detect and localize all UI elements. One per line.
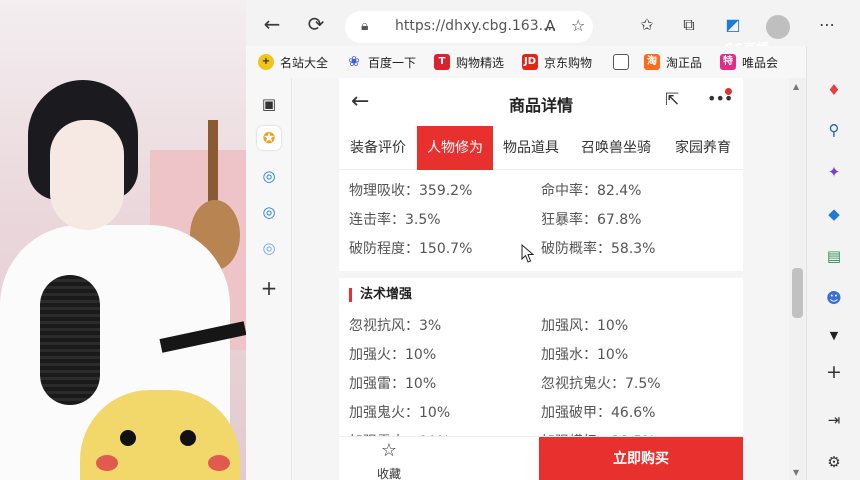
favorite-vip[interactable]: 特 唯品会 — [720, 53, 778, 71]
stat-combo-rate: 连击率：3.5% — [349, 212, 441, 228]
baidu-paw-icon: ❀ — [348, 54, 360, 70]
plush-cheek-right — [208, 455, 230, 471]
stat-physical-absorb: 物理吸收：359.2% — [349, 183, 473, 199]
buy-now-button[interactable]: 立即购买 — [539, 437, 743, 480]
notification-dot — [725, 88, 732, 95]
detail-tabs: 装备评价 人物修为 物品道具 召唤兽坐骑 家园养育 — [339, 126, 743, 170]
stats-card: 物理吸收：359.2% 命中率：82.4% 连击率：3.5% 狂暴率：67.8%… — [339, 170, 743, 271]
vip-icon: 特 — [720, 54, 736, 70]
favorites-icon[interactable]: ✩ — [636, 14, 658, 36]
stat-frenzy-rate: 狂暴率：67.8% — [541, 212, 642, 228]
refresh-icon[interactable]: ⟳ — [304, 12, 328, 36]
dropdown-icon[interactable]: ▼ — [822, 324, 846, 348]
webcam-overlay — [0, 0, 246, 480]
favorite-label: 唯品会 — [742, 55, 779, 70]
microphone — [40, 275, 100, 405]
people-icon[interactable]: ☻ — [822, 286, 846, 310]
plush-eye-right — [180, 430, 196, 446]
hide-sidebar-icon[interactable]: ⇥ — [822, 408, 846, 432]
stat-enhance-armor-break: 加强破甲：46.6% — [541, 405, 656, 421]
favorite-label: 京东购物 — [544, 55, 593, 70]
mouse-cursor-icon — [521, 244, 535, 263]
bell-icon[interactable]: ♦ — [822, 78, 846, 102]
taobao-t-icon: T — [434, 54, 450, 70]
favorite-label: 收藏 — [376, 467, 401, 480]
stat-ignore-wind: 忽视抗风：3% — [349, 318, 442, 334]
settings-gear-icon[interactable]: ⚙ — [822, 450, 846, 474]
hao123-icon: + — [258, 54, 274, 70]
streamer-face — [50, 120, 124, 230]
read-aloud-icon[interactable]: A — [545, 17, 555, 35]
favorite-label: 名站大全 — [280, 55, 329, 70]
vertical-tab-strip: ▣ ✪ ◎ ◎ ◎ + — [246, 78, 292, 480]
add-icon[interactable]: + — [822, 360, 846, 384]
address-bar[interactable]: 🔒︎ https://dhxy.cbg.163.... A ☆ — [345, 11, 593, 43]
profile-avatar[interactable] — [766, 15, 790, 39]
favorite-label: 淘正品 — [666, 55, 703, 70]
tab-summons-mounts[interactable]: 召唤兽坐骑 — [569, 126, 663, 170]
favorite-shopping[interactable]: T 购物精选 — [434, 53, 504, 71]
edge-sidebar: ♦ ⚲ ✦ ◆ ▤ ☻ ▼ + ⇥ ⚙ — [806, 46, 860, 480]
favorite-jd[interactable]: JD 京东购物 — [522, 53, 592, 71]
search-icon[interactable]: ⚲ — [822, 118, 846, 142]
favorite-label: 购物精选 — [456, 55, 505, 70]
page-header: ← 商品详情 ⇱ ••• — [339, 78, 743, 126]
tab-items[interactable]: 物品道具 — [493, 126, 569, 170]
tab-equipment-rating[interactable]: 装备评价 — [339, 126, 417, 170]
tab-home[interactable]: 家园养育 — [663, 126, 743, 170]
favorite-label: 百度一下 — [368, 55, 417, 70]
url-text[interactable]: https://dhxy.cbg.163.... — [395, 18, 556, 34]
stat-hit-rate: 命中率：82.4% — [541, 183, 642, 199]
favorites-bar: + 名站大全 ❀ 百度一下 T 购物精选 JD 京东购物 淘 淘正品 特 唯品会… — [246, 46, 860, 78]
stat-armor-break-chance: 破防概率：58.3% — [541, 241, 656, 257]
tao-icon: 淘 — [644, 54, 660, 70]
stat-enhance-fire: 加强火：10% — [349, 347, 437, 363]
plush-eye-left — [120, 430, 136, 446]
new-tab-icon[interactable]: + — [257, 276, 281, 300]
stat-ignore-ghostfire: 忽视抗鬼火：7.5% — [541, 376, 661, 392]
stat-armor-break-degree: 破防程度：150.7% — [349, 241, 473, 257]
stat-enhance-wind: 加强风：10% — [541, 318, 629, 334]
tab-character-cultivation[interactable]: 人物修为 — [417, 126, 493, 170]
section-title: 法术增强 — [349, 288, 412, 302]
favorite-hao123[interactable]: + 名站大全 — [258, 53, 328, 71]
tab-actions-icon[interactable]: ▣ — [257, 92, 281, 116]
stat-enhance-ghostfire: 加强鬼火：10% — [349, 405, 451, 421]
browser-toolbar: ← ⟳ 🔒︎ https://dhxy.cbg.163.... A ☆ ✩ ⧉ … — [246, 0, 860, 57]
page-scrollbar[interactable]: ▲ ▼ — [789, 78, 806, 480]
tag-icon[interactable]: ◆ — [822, 202, 846, 226]
scroll-down-icon[interactable]: ▼ — [793, 468, 799, 477]
page-viewport: ← 商品详情 ⇱ ••• 装备评价 人物修为 物品道具 召唤兽坐骑 家园养育 物… — [293, 78, 806, 480]
tab-edge-icon[interactable]: ◎ — [257, 236, 281, 260]
back-icon[interactable]: ← — [260, 12, 284, 36]
plush-cheek-left — [96, 455, 118, 471]
document-icon — [613, 54, 629, 70]
product-detail-page: ← 商品详情 ⇱ ••• 装备评价 人物修为 物品道具 召唤兽坐骑 家园养育 物… — [339, 78, 743, 480]
tab-cbg-icon[interactable]: ✪ — [257, 126, 281, 150]
add-favorite-icon[interactable]: ☆ — [571, 16, 585, 35]
collections-icon[interactable]: ⧉ — [678, 14, 700, 36]
stat-enhance-thunder: 加强雷：10% — [349, 376, 437, 392]
browser-window: ← ⟳ 🔒︎ https://dhxy.cbg.163.... A ☆ ✩ ⧉ … — [246, 0, 860, 480]
tab-edge-icon[interactable]: ◎ — [257, 200, 281, 224]
lock-icon[interactable]: 🔒︎ — [361, 18, 368, 34]
tab-edge-icon[interactable]: ◎ — [257, 164, 281, 188]
jd-icon: JD — [522, 54, 538, 70]
favorite-button[interactable]: ☆ 收藏 — [339, 437, 539, 480]
favorite-baidu[interactable]: ❀ 百度一下 — [346, 53, 416, 71]
favorite-tao[interactable]: 淘 淘正品 — [644, 53, 702, 71]
more-menu-icon[interactable]: ⋯ — [816, 14, 838, 36]
favorite-document[interactable] — [613, 53, 635, 71]
extension-icon[interactable]: ◩ — [722, 14, 744, 36]
scroll-up-icon[interactable]: ▲ — [793, 82, 799, 91]
star-outline-icon: ☆ — [380, 440, 398, 461]
sparkle-icon[interactable]: ✦ — [822, 160, 846, 184]
page-title: 商品详情 — [508, 96, 573, 115]
bottom-action-bar: ☆ 收藏 立即购买 — [339, 436, 743, 480]
share-icon[interactable]: ⇱ — [665, 90, 679, 110]
stat-enhance-water: 加强水：10% — [541, 347, 629, 363]
toolbox-icon[interactable]: ▤ — [822, 244, 846, 268]
scrollbar-thumb[interactable] — [792, 268, 803, 318]
